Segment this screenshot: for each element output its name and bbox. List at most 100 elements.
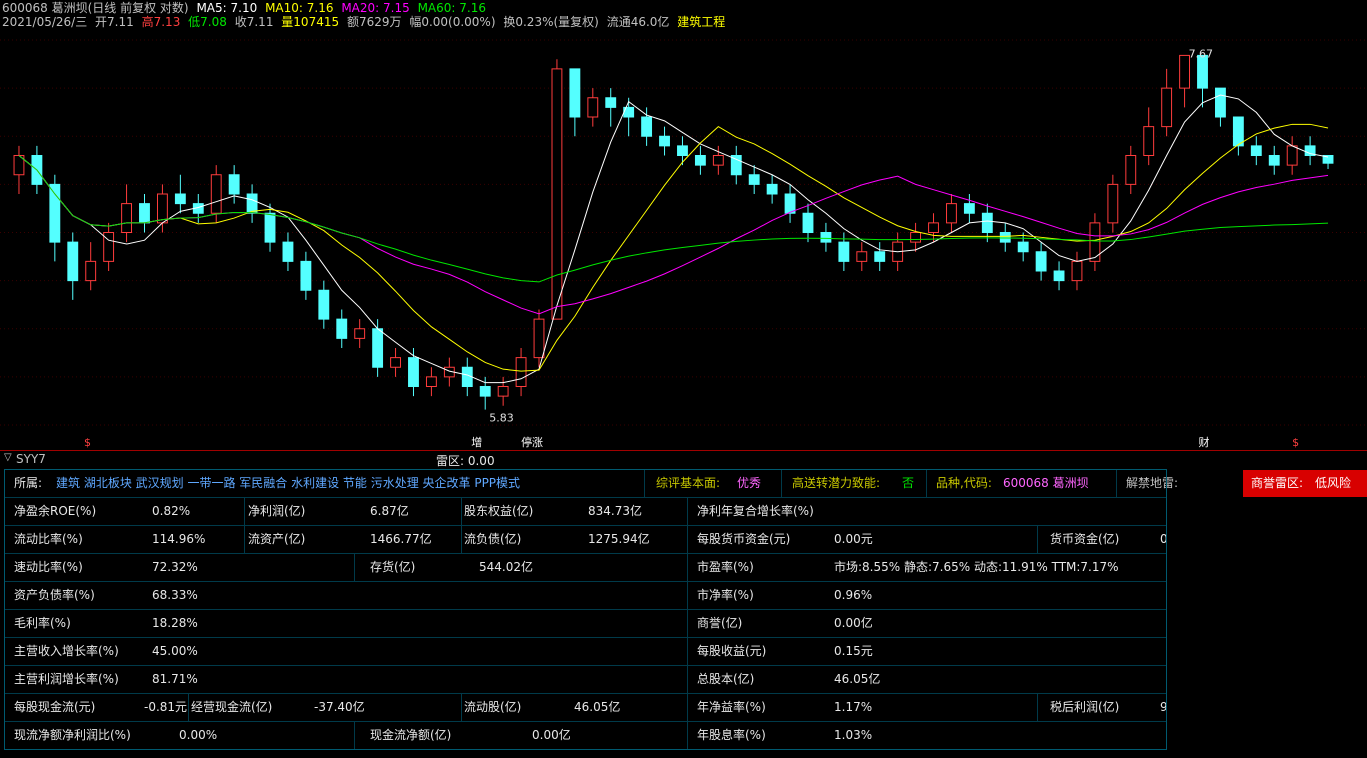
quote-change: 幅0.00(0.00%) xyxy=(409,15,496,29)
current-assets-value: 1466.77亿 xyxy=(370,532,432,546)
equity-value: 834.73亿 xyxy=(588,504,642,518)
table-row: 每股现金流(元) -0.81元 经营现金流(亿) -37.40亿 流动股(亿) … xyxy=(4,693,1199,722)
high-marker: 7.67 xyxy=(1189,47,1214,60)
quote-low: 低7.08 xyxy=(188,15,227,29)
inventory-label: 存货(亿) xyxy=(370,560,416,574)
debt-ratio-value: 68.33% xyxy=(152,588,198,602)
candle-body xyxy=(210,174,222,214)
candle-body xyxy=(479,386,491,397)
potential-value: 否 xyxy=(902,476,915,490)
stock-title: 600068 葛洲坝(日线 前复权 对数) xyxy=(2,1,189,15)
code-value[interactable]: 600068 葛洲坝 xyxy=(1003,469,1089,497)
candle-body xyxy=(1053,270,1065,282)
candle-body xyxy=(551,68,563,320)
quote-high: 高7.13 xyxy=(141,15,181,29)
candle-body xyxy=(1017,241,1029,253)
candle-body xyxy=(1143,126,1155,156)
net-profit-value: 6.87亿 xyxy=(370,504,409,518)
candle-body xyxy=(1071,260,1083,282)
table-row: 主营收入增长率(%) 45.00% 每股收益(元) 0.15元 xyxy=(4,637,1168,666)
chart-header-top: 600068 葛洲坝(日线 前复权 对数) MA5: 7.10 MA10: 7.… xyxy=(2,1,490,15)
cf-profit-ratio-value: 0.00% xyxy=(179,728,218,742)
candle-body xyxy=(174,193,186,205)
candle-body xyxy=(1232,116,1244,147)
float-shares-value: 46.05亿 xyxy=(574,700,621,714)
pb-label: 市净率(%) xyxy=(697,588,754,602)
annual-roe-value: 1.17% xyxy=(834,700,873,714)
net-cash-flow-label: 现金流净额(亿) xyxy=(370,728,452,742)
candle-body xyxy=(425,376,437,387)
dividend-yield-value: 1.03% xyxy=(834,728,873,742)
candle-body xyxy=(569,68,581,118)
candlestick-chart[interactable]: 7.67 5.83 增 停涨 财 $ $ xyxy=(0,30,1367,450)
net-profit-label: 净利润(亿) xyxy=(248,504,306,518)
table-row: 速动比率(%) 72.32% 存货(亿) 544.02亿 市盈率(%) 市场:8… xyxy=(4,553,1168,582)
candle-body xyxy=(928,222,939,233)
candle-body xyxy=(1125,155,1137,185)
table-row: 毛利率(%) 18.28% 商誉(亿) 0.00亿 xyxy=(4,609,1168,638)
candle-body xyxy=(533,318,545,359)
candle-body xyxy=(1250,145,1262,156)
candle-body xyxy=(605,97,617,108)
sector-list[interactable]: 建筑 湖北板块 武汉规划 一带一路 军民融合 水利建设 节能 污水处理 央企改革… xyxy=(56,469,520,497)
table-row: 净盈余ROE(%) 0.82% 净利润(亿) 6.87亿 股东权益(亿) 834… xyxy=(4,497,1168,526)
candle-body xyxy=(784,193,796,214)
goodwill-risk-badge: 商誉雷区: 低风险 xyxy=(1243,470,1367,497)
subchart-expand-icon[interactable]: ▽ xyxy=(4,452,12,463)
candle-body xyxy=(963,203,975,214)
profit-growth-value: 81.71% xyxy=(152,672,198,686)
pb-value: 0.96% xyxy=(834,588,873,602)
candle-body xyxy=(264,212,276,243)
operating-cf-value: -37.40亿 xyxy=(314,700,365,714)
dividend-yield-label: 年股息率(%) xyxy=(697,728,766,742)
candle-body xyxy=(1107,183,1119,224)
ma5-line xyxy=(18,94,1329,384)
roe-value: 0.82% xyxy=(152,504,191,518)
goodwill-value: 低风险 xyxy=(1315,476,1352,490)
float-shares-label: 流动股(亿) xyxy=(464,700,522,714)
candle-body xyxy=(408,357,419,387)
chart-annotation: 增 xyxy=(471,435,482,449)
candle-body xyxy=(354,328,366,339)
candle-body xyxy=(139,203,150,224)
candle-body xyxy=(856,251,868,262)
quote-amount: 额7629万 xyxy=(346,15,402,29)
current-assets-label: 流资产(亿) xyxy=(248,532,306,546)
candle-body xyxy=(1161,87,1173,128)
quote-turnover: 换0.23%(量复权) xyxy=(503,15,599,29)
eps-label: 每股收益(元) xyxy=(697,644,767,658)
debt-ratio-label: 资产负债率(%) xyxy=(14,588,95,602)
net-cash-flow-value: 0.00亿 xyxy=(532,728,571,742)
money-per-share-value: 0.00元 xyxy=(834,532,873,546)
pe-label: 市盈率(%) xyxy=(697,560,754,574)
candle-body xyxy=(318,289,330,320)
total-shares-label: 总股本(亿) xyxy=(697,672,755,686)
equity-label: 股东权益(亿) xyxy=(464,504,534,518)
current-liab-value: 1275.94亿 xyxy=(588,532,650,546)
annual-roe-label: 年净益率(%) xyxy=(697,700,766,714)
ma10-label: MA10: 7.16 xyxy=(265,1,334,15)
sector-label: 所属: xyxy=(14,476,43,490)
ma20-label: MA20: 7.15 xyxy=(341,1,410,15)
money-label: 货币资金(亿) xyxy=(1050,532,1120,546)
candle-body xyxy=(677,145,688,156)
candle-body xyxy=(85,260,97,282)
quote-open: 开7.11 xyxy=(95,15,134,29)
quick-ratio-value: 72.32% xyxy=(152,560,198,574)
candle-body xyxy=(1268,155,1280,166)
total-shares-value: 46.05亿 xyxy=(834,672,881,686)
chart-annotation: 停涨 xyxy=(521,435,543,449)
table-row: 主营利润增长率(%) 81.71% 总股本(亿) 46.05亿 xyxy=(4,665,1168,694)
candle-body xyxy=(228,174,240,195)
subchart-name[interactable]: SYY7 xyxy=(16,452,46,466)
candle-body xyxy=(49,183,61,243)
cf-per-share-label: 每股现金流(元) xyxy=(14,700,96,714)
candle-body xyxy=(300,260,312,291)
pe-value: 市场:8.55% 静态:7.65% 动态:11.91% TTM:7.17% xyxy=(834,560,1119,574)
subchart-header: ▽ SYY7 雷区: 0.00 xyxy=(0,451,1367,468)
eval-value: 优秀 xyxy=(737,476,762,490)
candle-body xyxy=(1035,251,1047,272)
table-row: 资产负债率(%) 68.33% 市净率(%) 0.96% xyxy=(4,581,1168,610)
candle-body xyxy=(712,155,724,166)
current-ratio-value: 114.96% xyxy=(152,532,206,546)
